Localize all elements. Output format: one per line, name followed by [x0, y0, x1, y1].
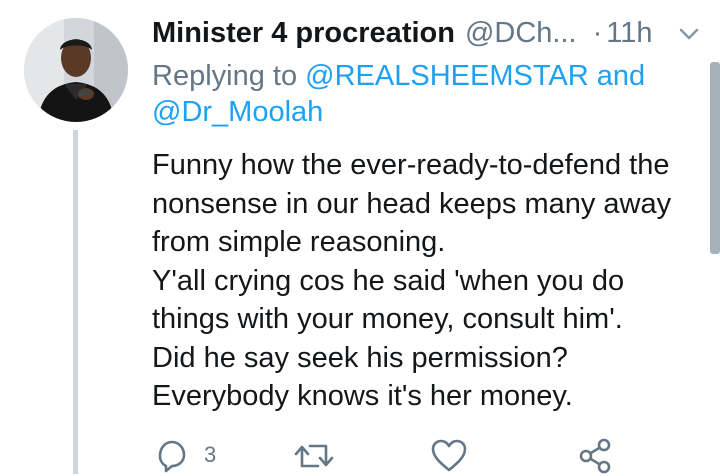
tweet-text-line: Y'all crying cos he said 'when you do	[152, 264, 625, 297]
tweet-text-line: Did he say seek his permission?	[152, 341, 568, 374]
mention-link[interactable]: @Dr_Moolah	[152, 96, 323, 128]
tweet-actions: 3	[152, 436, 672, 476]
chevron-down-icon[interactable]	[676, 24, 702, 44]
tweet-text-line: from simple reasoning.	[152, 226, 446, 258]
mention-link[interactable]: @REALSHEEMSTAR	[305, 60, 589, 92]
reply-button[interactable]: 3	[152, 436, 242, 476]
retweet-button[interactable]	[292, 436, 342, 476]
share-icon	[579, 438, 611, 474]
tweet-header: Minister 4 procreation @DCh... · 11h	[152, 14, 712, 52]
replying-to-label: Replying to	[152, 60, 298, 92]
avatar-image	[24, 18, 128, 122]
separator-dot: ·	[592, 17, 603, 49]
heart-icon	[431, 439, 467, 472]
author-name[interactable]: Minister 4 procreation	[152, 17, 455, 49]
replying-conjunction: and	[596, 60, 646, 92]
reply-count: 3	[204, 442, 217, 467]
tweet-text-line: Funny how the ever-ready-to-defend the	[152, 149, 670, 181]
tweet-text-line: nonsense in our head keeps many away	[152, 187, 672, 220]
like-button[interactable]	[428, 436, 478, 476]
scrollbar[interactable]	[710, 62, 720, 254]
author-handle[interactable]: @DCh...	[465, 17, 577, 49]
thread-line	[73, 130, 78, 474]
tweet-text-line: things with your money, consult him'.	[152, 303, 623, 335]
tweet-text: Funny how the ever-ready-to-defend the n…	[152, 146, 712, 416]
timestamp[interactable]: 11h	[606, 17, 652, 49]
replying-to: Replying to @REALSHEEMSTAR and @Dr_Moola…	[152, 58, 672, 130]
tweet-text-line: Everybody knows it's her money.	[152, 380, 573, 412]
share-button[interactable]	[576, 436, 626, 476]
retweet-icon	[294, 444, 334, 468]
user-avatar[interactable]	[24, 18, 128, 122]
reply-icon	[158, 440, 186, 473]
